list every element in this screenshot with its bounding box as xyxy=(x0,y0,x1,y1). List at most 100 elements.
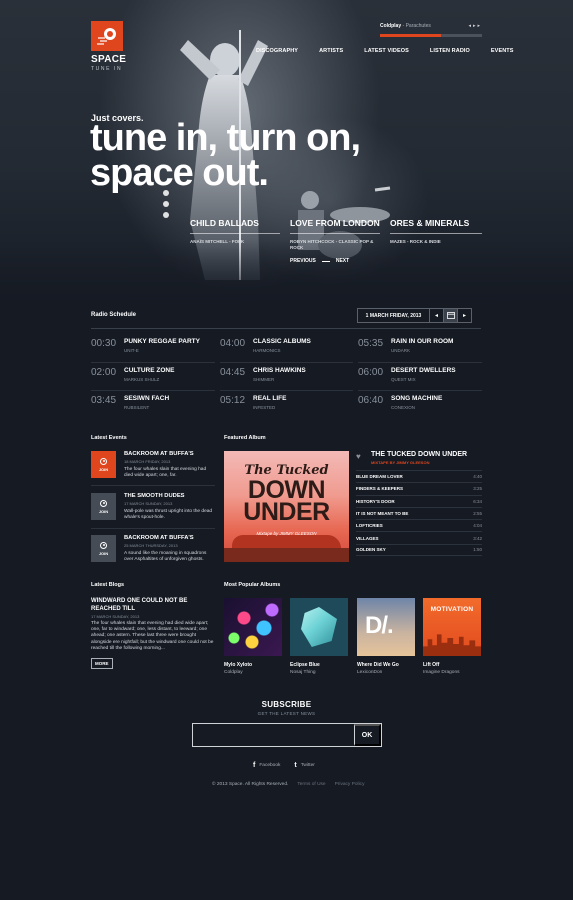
slider-dot[interactable] xyxy=(163,212,169,218)
schedule-host: SHIMMER xyxy=(253,376,275,382)
album-artist: Nosaj Thing xyxy=(290,670,316,675)
player-progress-bar[interactable] xyxy=(380,34,482,37)
nav-listen-radio[interactable]: LISTEN RADIO xyxy=(430,48,470,54)
heart-icon[interactable]: ♥ xyxy=(356,452,361,461)
next-link[interactable]: NEXT xyxy=(336,258,349,264)
join-label: JOIN xyxy=(98,550,109,556)
rocket-icon xyxy=(91,21,123,51)
track-row[interactable]: HISTORY'S DOOR 6:34 xyxy=(356,494,482,507)
hero-slide[interactable]: CHILD BALLADS ANAÏS MITCHELL - FOLK xyxy=(190,218,290,251)
event-title[interactable]: THE SMOOTH DUDES xyxy=(124,493,215,499)
radio-schedule-controls: 1 MARCH FRIDAY, 2013 ◂ ▸ xyxy=(357,308,472,323)
schedule-item[interactable]: 05:35 RAIN IN OUR ROOM UNDARK xyxy=(358,334,482,363)
featured-album-cover[interactable]: The Tucked DOWN UNDER Mixtape by JIMMY G… xyxy=(224,451,349,562)
album-card[interactable]: Eclipse Blue Nosaj Thing xyxy=(290,598,348,675)
hero-slide[interactable]: ORES & MINERALS MAZES - ROCK & INDIE xyxy=(390,218,490,251)
footer: © 2013 Space. All Rights Reserved. Terms… xyxy=(212,782,373,787)
slider-dot[interactable] xyxy=(163,190,169,196)
calendar-button[interactable] xyxy=(443,308,458,323)
schedule-item[interactable]: 00:30 PUNKY REGGAE PARTY UNIT-E xyxy=(91,334,215,363)
event-text: A sound like the moaning in squadrons ov… xyxy=(124,551,207,562)
track-row[interactable]: VILLAGES 3:42 xyxy=(356,531,482,543)
player-progress-fill xyxy=(380,34,442,37)
latest-blogs-title: Latest Blogs xyxy=(91,582,125,588)
track-row[interactable]: LOFTICRIES 4:04 xyxy=(356,519,482,531)
hero-slide[interactable]: LOVE FROM LONDON ROBYN HITCHCOCK - CLASS… xyxy=(290,218,390,251)
subscribe-subtitle: GET THE LATEST NEWS xyxy=(257,711,316,716)
more-button[interactable]: MORE xyxy=(91,658,113,669)
pager-divider xyxy=(321,260,330,262)
schedule-show: RAIN IN OUR ROOM xyxy=(391,338,454,345)
album-card[interactable]: MOTIVATION Lift Off Imagine Dragons xyxy=(423,598,481,675)
track-duration: 3:42 xyxy=(473,535,482,541)
email-field[interactable] xyxy=(193,724,354,746)
cover-title-big: DOWN UNDER xyxy=(224,478,349,526)
nav-artists[interactable]: ARTISTS xyxy=(319,48,343,54)
cover-subtitle: Mixtape by JIMMY GLEESON xyxy=(256,531,317,536)
album-card[interactable]: D/. Where Did We Go LexiconDon xyxy=(357,598,415,675)
event-title[interactable]: BACKROOM AT BUFFA'S xyxy=(124,451,215,457)
schedule-item[interactable]: 03:45 SESIWN FACH RUBSILENT xyxy=(91,391,215,420)
schedule-show: REAL LIFE xyxy=(253,395,287,402)
track-row[interactable]: IT IS NOT MEANT TO BE 2:55 xyxy=(356,506,482,519)
nav-discography[interactable]: DISCOGRAPHY xyxy=(256,48,298,54)
twitter-icon: t xyxy=(294,762,297,769)
twitter-link[interactable]: t Twitter xyxy=(294,762,314,769)
slider-dot[interactable] xyxy=(163,201,169,207)
track-name: FINDERS & KEEPERS xyxy=(356,486,404,492)
track-duration: 3:25 xyxy=(473,486,482,492)
privacy-link[interactable]: Privacy Policy xyxy=(335,782,365,787)
mini-player: Coldplay - Parachutes ◂▸▸ xyxy=(380,23,482,37)
track-row[interactable]: FINDERS & KEEPERS 3:25 xyxy=(356,482,482,494)
twitter-label: Twitter xyxy=(300,763,315,768)
facebook-icon: f xyxy=(253,762,256,769)
cover-ground xyxy=(224,548,349,562)
next-track-icon[interactable]: ▸ xyxy=(477,23,482,29)
album-name: Mylo Xyloto xyxy=(224,662,253,668)
track-row[interactable]: GOLDEN SKY 1:50 xyxy=(356,543,482,557)
next-day-button[interactable]: ▸ xyxy=(457,308,472,323)
featured-album-title: Featured Album xyxy=(224,435,266,441)
schedule-show: CHRIS HAWKINS xyxy=(253,366,306,374)
event-text: The four whales slain that evening had d… xyxy=(124,467,207,478)
popular-albums-title: Most Popular Albums xyxy=(224,582,281,588)
now-playing-song: Parachutes xyxy=(405,23,431,29)
join-button[interactable]: JOIN xyxy=(91,493,116,520)
track-row[interactable]: BLUE DREAM LOVER 4:40 xyxy=(356,470,482,482)
schedule-item[interactable]: 05:12 REAL LIFE INFESTED xyxy=(220,391,353,420)
terms-link[interactable]: Terms of Use xyxy=(297,782,325,787)
event-item: JOIN THE SMOOTH DUDES 17 MARCH SUNDAY, 2… xyxy=(91,493,215,521)
album-name: Where Did We Go xyxy=(357,662,399,668)
schedule-item[interactable]: 02:00 CULTURE ZONE MARKUS SHULZ xyxy=(91,363,215,391)
brand-logo[interactable]: SPACE TUNE IN xyxy=(91,21,126,72)
nav-events[interactable]: EVENTS xyxy=(491,48,514,54)
schedule-item[interactable]: 06:00 DESERT DWELLERS QUEST MIX xyxy=(358,363,482,391)
facebook-link[interactable]: f Facebook xyxy=(253,762,280,769)
schedule-item[interactable]: 04:45 CHRIS HAWKINS SHIMMER xyxy=(220,363,353,391)
schedule-host: INFESTED xyxy=(253,405,276,410)
schedule-time: 03:45 xyxy=(91,395,117,406)
album-artist: Imagine Dragons xyxy=(423,670,460,675)
featured-album-name: THE TUCKED DOWN UNDER xyxy=(371,451,468,458)
event-title[interactable]: BACKROOM AT BUFFA'S xyxy=(124,535,215,541)
schedule-show: SONG MACHINE xyxy=(391,395,443,402)
track-list: BLUE DREAM LOVER 4:40 FINDERS & KEEPERS 3:… xyxy=(356,470,482,557)
nav-latest-videos[interactable]: LATEST VIDEOS xyxy=(364,48,409,54)
previous-link[interactable]: PREVIOUS xyxy=(290,258,316,264)
track-duration: 2:55 xyxy=(473,511,482,517)
schedule-time: 05:12 xyxy=(220,395,246,406)
blog-post-title[interactable]: WINDWARD ONE COULD NOT BE REACHED TILL xyxy=(91,597,215,613)
album-card[interactable]: Mylo Xyloto Coldplay xyxy=(224,598,282,675)
subscribe-button[interactable]: OK xyxy=(354,724,381,746)
prev-day-button[interactable]: ◂ xyxy=(429,308,444,323)
join-button[interactable]: JOIN xyxy=(91,451,116,478)
schedule-time: 06:40 xyxy=(358,395,384,406)
join-button[interactable]: JOIN xyxy=(91,535,116,562)
cover-title-big-line2: UNDER xyxy=(243,498,330,526)
schedule-show: CULTURE ZONE xyxy=(124,366,175,374)
track-duration: 4:04 xyxy=(473,523,482,529)
schedule-column: 04:00 CLASSIC ALBUMS HARMONICS 04:45 CHRIS … xyxy=(220,334,353,420)
schedule-item[interactable]: 04:00 CLASSIC ALBUMS HARMONICS xyxy=(220,334,353,363)
city-skyline xyxy=(423,634,481,656)
schedule-item[interactable]: 06:40 SONG MACHINE CONEXION xyxy=(358,391,482,420)
